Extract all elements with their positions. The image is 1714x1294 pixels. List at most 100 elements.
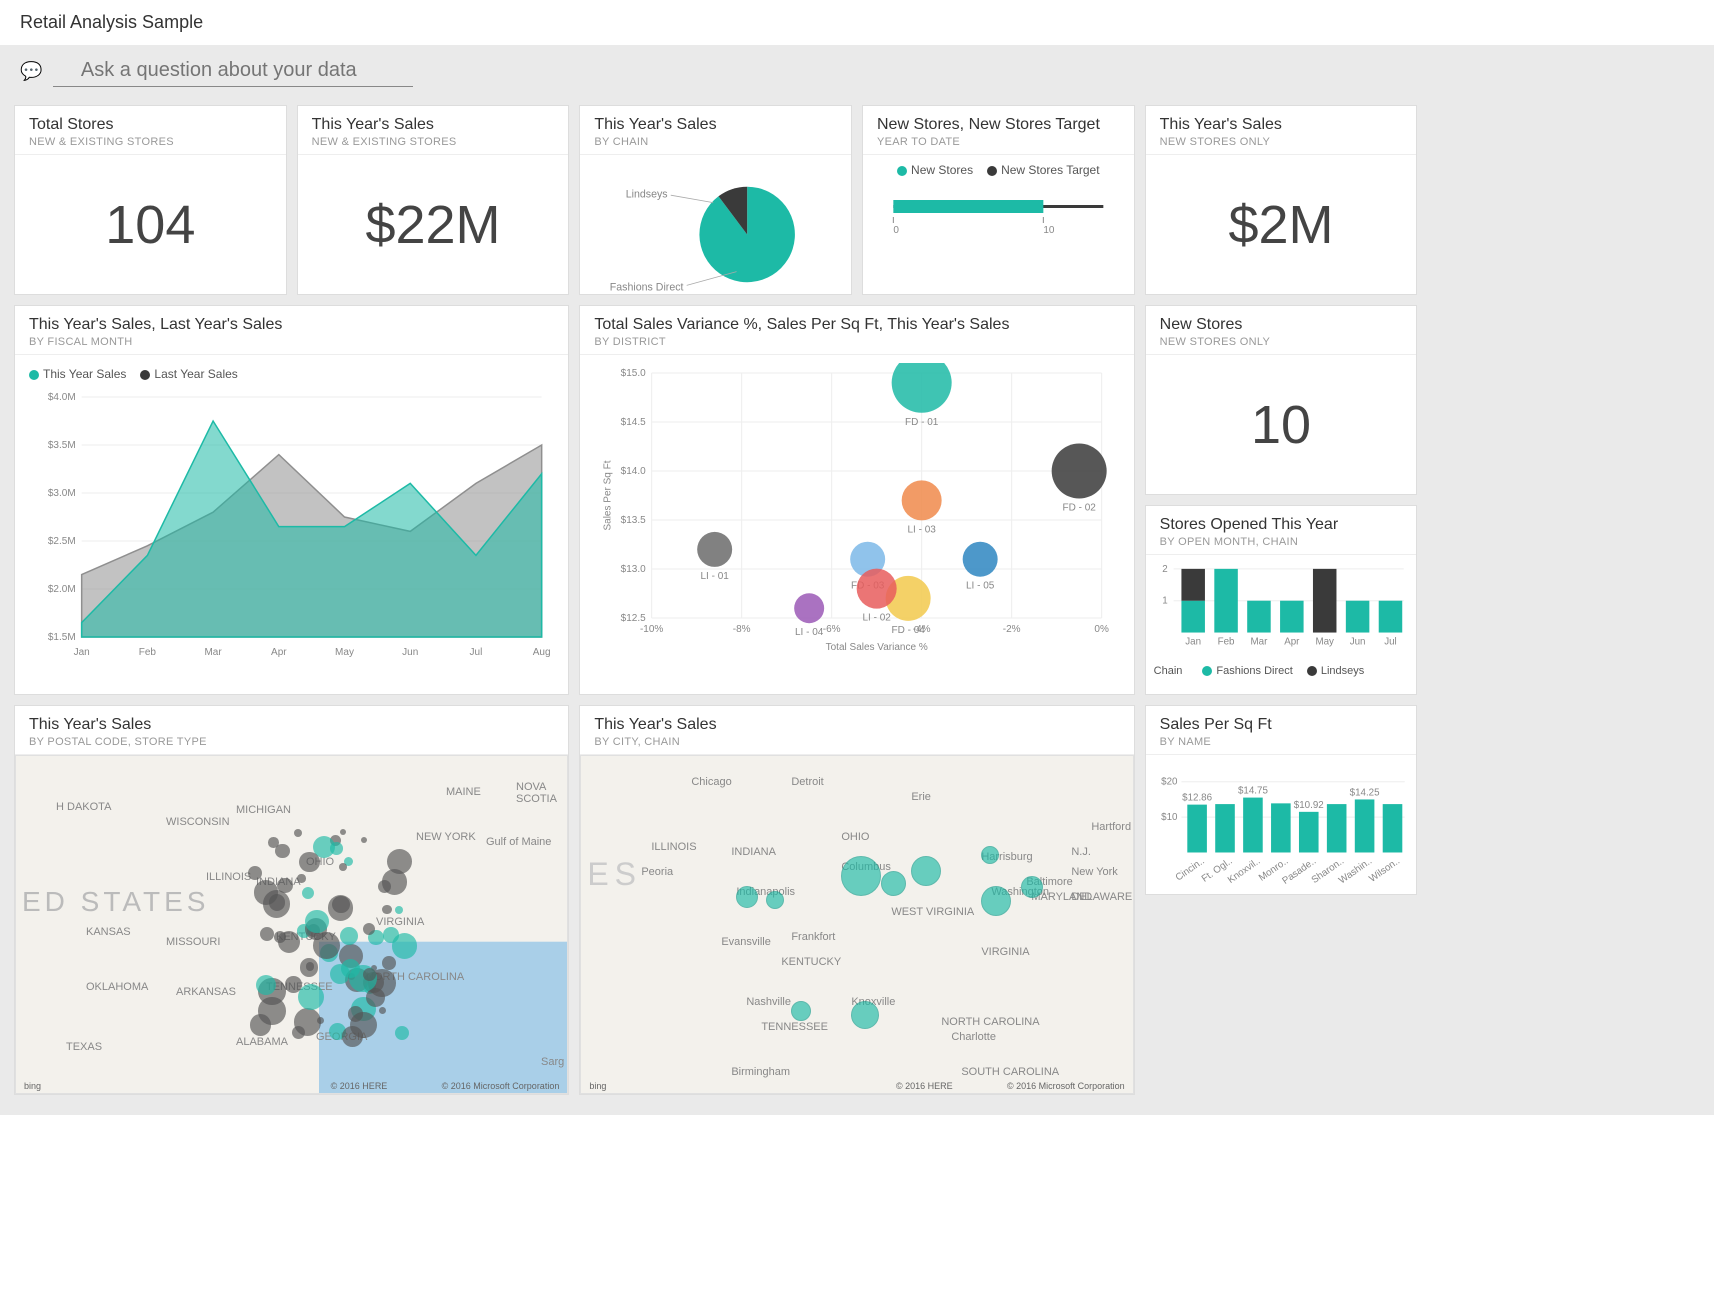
tile-title: This Year's Sales	[312, 116, 555, 134]
tile-sub: BY CHAIN	[594, 136, 837, 148]
qa-input[interactable]	[53, 55, 413, 87]
svg-text:$2.5M: $2.5M	[48, 536, 76, 547]
svg-text:Wilson..: Wilson..	[1367, 856, 1402, 885]
tile-total-stores[interactable]: Total Stores NEW & EXISTING STORES 104	[14, 105, 287, 295]
tile-variance[interactable]: Total Sales Variance %, Sales Per Sq Ft,…	[579, 305, 1134, 695]
tile-sub: BY NAME	[1160, 736, 1403, 748]
svg-text:FD - 02: FD - 02	[1063, 503, 1097, 514]
svg-text:-2%: -2%	[1003, 624, 1021, 635]
tile-sub: BY POSTAL CODE, STORE TYPE	[29, 736, 554, 748]
svg-text:0: 0	[893, 225, 899, 236]
svg-text:Aug: Aug	[533, 647, 551, 658]
svg-text:$12.5: $12.5	[621, 613, 646, 624]
tile-title: Stores Opened This Year	[1160, 516, 1403, 534]
svg-text:Jan: Jan	[74, 647, 90, 658]
pie-chart: Lindseys Fashions Direct	[580, 155, 851, 295]
kpi-value: $2M	[1154, 163, 1409, 286]
stacked-bar-chart: 12JanFebMarAprMayJunJul Chain Fashions D…	[1146, 555, 1417, 694]
svg-text:May: May	[335, 647, 354, 658]
svg-text:$14.5: $14.5	[621, 417, 646, 428]
svg-text:$14.0: $14.0	[621, 466, 646, 477]
tile-title: This Year's Sales	[29, 716, 554, 734]
svg-text:$3.5M: $3.5M	[48, 440, 76, 451]
tile-title: Total Stores	[29, 116, 272, 134]
tile-title: This Year's Sales, Last Year's Sales	[29, 316, 554, 334]
tile-title: This Year's Sales	[594, 116, 837, 134]
svg-text:-10%: -10%	[640, 624, 663, 635]
svg-text:LI - 03: LI - 03	[908, 524, 937, 535]
svg-text:$14.25: $14.25	[1349, 788, 1379, 799]
svg-text:$10: $10	[1161, 812, 1178, 823]
tile-sub: BY FISCAL MONTH	[29, 336, 554, 348]
bullet-chart: New Stores New Stores Target 0 10	[863, 155, 1134, 294]
svg-text:1: 1	[1162, 596, 1167, 607]
svg-text:Feb: Feb	[1217, 636, 1234, 647]
svg-text:$4.0M: $4.0M	[48, 392, 76, 403]
tile-title: This Year's Sales	[1160, 116, 1403, 134]
svg-text:Total Sales Variance %: Total Sales Variance %	[826, 642, 928, 653]
svg-text:-6%: -6%	[823, 624, 841, 635]
tile-title: New Stores, New Stores Target	[877, 116, 1120, 134]
tile-sub: NEW STORES ONLY	[1160, 136, 1403, 148]
kpi-value: 10	[1154, 363, 1409, 486]
svg-text:$1.5M: $1.5M	[48, 632, 76, 643]
tile-sales-city[interactable]: This Year's Sales BY CITY, CHAIN ES bing…	[579, 705, 1134, 1095]
tile-sub: BY OPEN MONTH, CHAIN	[1160, 536, 1403, 548]
svg-text:$14.75: $14.75	[1238, 786, 1268, 797]
svg-text:$13.0: $13.0	[621, 564, 646, 575]
svg-text:2: 2	[1162, 564, 1167, 575]
svg-text:$13.5: $13.5	[621, 515, 646, 526]
tile-sales-all[interactable]: This Year's Sales NEW & EXISTING STORES …	[297, 105, 570, 295]
tile-sub: NEW & EXISTING STORES	[312, 136, 555, 148]
svg-text:Jun: Jun	[402, 647, 418, 658]
tile-sub: YEAR TO DATE	[877, 136, 1120, 148]
svg-text:LI - 04: LI - 04	[795, 627, 824, 638]
svg-text:Sales Per Sq Ft: Sales Per Sq Ft	[603, 460, 614, 530]
svg-text:LI - 02: LI - 02	[863, 613, 892, 624]
scatter-chart: -10%-8%-6%-4%-2%0%$12.5$13.0$13.5$14.0$1…	[580, 355, 1133, 694]
tile-title: New Stores	[1160, 316, 1403, 334]
map-city[interactable]: ES bing © 2016 HERE © 2016 Microsoft Cor…	[580, 755, 1133, 1094]
svg-text:Fashions Direct: Fashions Direct	[610, 282, 684, 294]
tile-title: This Year's Sales	[594, 716, 1119, 734]
svg-text:Apr: Apr	[271, 647, 287, 658]
svg-text:Feb: Feb	[139, 647, 157, 658]
svg-text:$2.0M: $2.0M	[48, 584, 76, 595]
tile-title: Sales Per Sq Ft	[1160, 716, 1403, 734]
chat-icon: 💬	[20, 61, 42, 81]
svg-text:Jul: Jul	[470, 647, 483, 658]
svg-text:$20: $20	[1161, 777, 1178, 788]
tile-title: Total Sales Variance %, Sales Per Sq Ft,…	[594, 316, 1119, 334]
svg-text:Jul: Jul	[1384, 636, 1397, 647]
svg-text:FD - 04: FD - 04	[892, 625, 926, 636]
tile-new-stores-target[interactable]: New Stores, New Stores Target YEAR TO DA…	[862, 105, 1135, 295]
qa-bar: 💬	[0, 45, 1714, 97]
bar-chart: $10$20$12.86Cincin..Ft. Ogl..$14.75Knoxv…	[1146, 755, 1417, 895]
kpi-value: 104	[23, 163, 278, 286]
svg-text:Jan: Jan	[1185, 636, 1201, 647]
svg-text:Lindseys: Lindseys	[626, 188, 668, 200]
tile-sales-postal[interactable]: This Year's Sales BY POSTAL CODE, STORE …	[14, 705, 569, 1095]
svg-text:Mar: Mar	[1250, 636, 1268, 647]
svg-text:0%: 0%	[1095, 624, 1110, 635]
area-chart: This Year Sales Last Year Sales $1.5M$2.…	[15, 355, 568, 694]
svg-text:$15.0: $15.0	[621, 368, 646, 379]
tile-sub: BY CITY, CHAIN	[594, 736, 1119, 748]
kpi-value: $22M	[306, 163, 561, 286]
svg-text:Jun: Jun	[1349, 636, 1365, 647]
tile-sub: BY DISTRICT	[594, 336, 1119, 348]
svg-text:-8%: -8%	[733, 624, 751, 635]
svg-text:$3.0M: $3.0M	[48, 488, 76, 499]
map-postal[interactable]: ED STATES bing © 2016 HERE © 2016 Micros…	[15, 755, 568, 1094]
svg-text:FD - 01: FD - 01	[905, 417, 939, 428]
tile-sales-chain[interactable]: This Year's Sales BY CHAIN Lindseys Fash…	[579, 105, 852, 295]
tile-sales-new[interactable]: This Year's Sales NEW STORES ONLY $2M	[1145, 105, 1418, 295]
tile-sales-trend[interactable]: This Year's Sales, Last Year's Sales BY …	[14, 305, 569, 695]
tile-sub: NEW & EXISTING STORES	[29, 136, 272, 148]
tile-sales-sqft[interactable]: Sales Per Sq Ft BY NAME $10$20$12.86Cinc…	[1145, 705, 1418, 895]
svg-text:LI - 01: LI - 01	[701, 571, 730, 582]
svg-text:LI - 05: LI - 05	[966, 581, 995, 592]
svg-text:Apr: Apr	[1284, 636, 1300, 647]
tile-new-stores[interactable]: New Stores NEW STORES ONLY 10	[1145, 305, 1418, 495]
tile-stores-opened[interactable]: Stores Opened This Year BY OPEN MONTH, C…	[1145, 505, 1418, 695]
